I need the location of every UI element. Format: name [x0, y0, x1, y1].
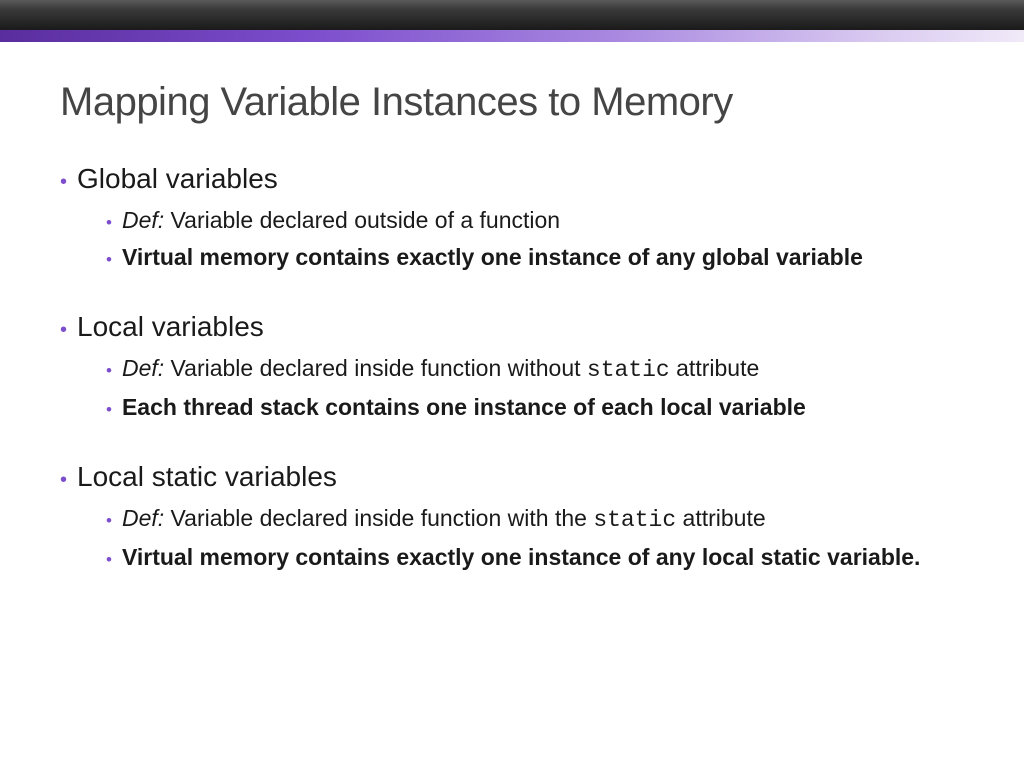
bullet-icon: •: [106, 401, 112, 418]
slide-title: Mapping Variable Instances to Memory: [60, 80, 964, 125]
emphasis-line: Virtual memory contains exactly one inst…: [122, 242, 863, 273]
section-heading: Local variables: [77, 311, 264, 343]
slide-content: Mapping Variable Instances to Memory • G…: [0, 42, 1024, 573]
bullet-icon: •: [60, 172, 67, 192]
section-local: • Local variables • Def: Variable declar…: [60, 311, 964, 423]
def-label: Def:: [122, 355, 164, 381]
definition-line: Def: Variable declared inside function w…: [122, 503, 766, 536]
bullet-icon: •: [106, 214, 112, 231]
emphasis-line: Virtual memory contains exactly one inst…: [122, 542, 921, 573]
bullet-icon: •: [106, 251, 112, 268]
bullet-level2: • Virtual memory contains exactly one in…: [106, 242, 964, 273]
def-label: Def:: [122, 505, 164, 531]
def-text: Variable declared inside function withou…: [164, 355, 587, 381]
definition-line: Def: Variable declared outside of a func…: [122, 205, 560, 236]
def-text: Variable declared inside function with t…: [164, 505, 593, 531]
bullet-icon: •: [106, 362, 112, 379]
bullet-level2: • Def: Variable declared outside of a fu…: [106, 205, 964, 236]
bullet-icon: •: [60, 320, 67, 340]
section-heading: Global variables: [77, 163, 278, 195]
bullet-level2: • Virtual memory contains exactly one in…: [106, 542, 964, 573]
def-text: Variable declared outside of a function: [164, 207, 560, 233]
def-suffix: attribute: [670, 355, 760, 381]
definition-line: Def: Variable declared inside function w…: [122, 353, 759, 386]
section-heading: Local static variables: [77, 461, 337, 493]
bullet-level1: • Global variables: [60, 163, 964, 195]
bullet-level1: • Local variables: [60, 311, 964, 343]
bullet-icon: •: [106, 512, 112, 529]
bullet-level2: • Def: Variable declared inside function…: [106, 353, 964, 386]
bullet-level2: • Def: Variable declared inside function…: [106, 503, 964, 536]
bullet-level1: • Local static variables: [60, 461, 964, 493]
section-global: • Global variables • Def: Variable decla…: [60, 163, 964, 273]
decorative-bar-purple: [0, 30, 1024, 42]
def-label: Def:: [122, 207, 164, 233]
code-keyword: static: [593, 507, 676, 533]
decorative-bar-dark: [0, 0, 1024, 30]
def-suffix: attribute: [676, 505, 766, 531]
bullet-icon: •: [60, 470, 67, 490]
code-keyword: static: [587, 357, 670, 383]
bullet-icon: •: [106, 551, 112, 568]
section-local-static: • Local static variables • Def: Variable…: [60, 461, 964, 573]
emphasis-line: Each thread stack contains one instance …: [122, 392, 806, 423]
bullet-level2: • Each thread stack contains one instanc…: [106, 392, 964, 423]
